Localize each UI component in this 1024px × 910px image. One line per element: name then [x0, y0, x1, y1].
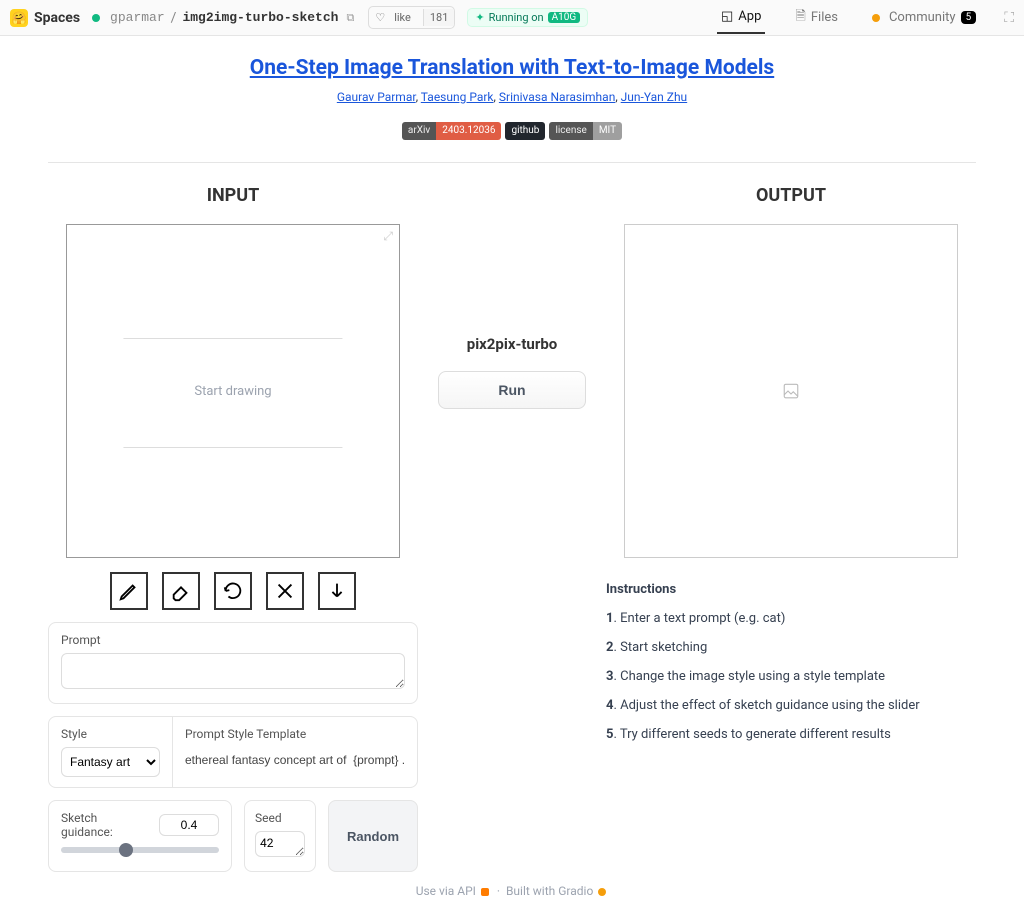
copy-icon[interactable]: ⧉: [346, 11, 354, 25]
seed-input[interactable]: 42: [255, 831, 305, 857]
instruction-item: Start sketching: [620, 640, 707, 655]
bolt-icon: ✦: [475, 11, 484, 24]
eraser-tool-button[interactable]: [162, 572, 200, 610]
template-label: Prompt Style Template: [185, 727, 405, 741]
sketch-guidance-value[interactable]: [159, 814, 219, 836]
separator: /: [171, 10, 177, 26]
heart-icon: ♡ like: [369, 7, 423, 28]
running-text: Running on: [489, 11, 544, 24]
nav-app[interactable]: ◱ App: [717, 1, 765, 34]
topbar: 🤗 Spaces gparmar / img2img-turbo-sketch …: [0, 0, 1024, 36]
api-link[interactable]: Use via API: [416, 884, 476, 898]
prompt-box: Prompt: [48, 622, 418, 704]
style-select[interactable]: Fantasy art: [61, 747, 160, 777]
arxiv-badge[interactable]: arXiv2403.12036: [402, 122, 502, 140]
random-button[interactable]: Random: [328, 800, 418, 872]
canvas-expand-icon[interactable]: ⤢: [383, 229, 393, 244]
author-link[interactable]: Taesung Park: [421, 90, 494, 104]
nav-community[interactable]: Community 5: [868, 2, 980, 33]
prompt-input[interactable]: [61, 653, 405, 689]
author-link[interactable]: Jun-Yan Zhu: [621, 90, 688, 104]
app-icon: ◱: [721, 9, 733, 24]
author-link[interactable]: Gaurav Parmar: [337, 90, 416, 104]
hardware-badge: A10G: [548, 12, 581, 23]
output-heading: OUTPUT: [606, 185, 976, 206]
expand-icon[interactable]: ⛶: [1004, 10, 1014, 26]
clear-tool-button[interactable]: [266, 572, 304, 610]
nav-files[interactable]: 🗎 Files: [791, 0, 842, 37]
sketch-guidance-label: Sketch guidance:: [61, 811, 139, 839]
repo-link[interactable]: img2img-turbo-sketch: [182, 10, 338, 25]
author-link[interactable]: Srinivasa Narasimhan: [499, 90, 615, 104]
hf-logo-icon: 🤗: [10, 9, 28, 27]
style-box: Style Fantasy art: [48, 716, 173, 788]
output-image: [624, 224, 958, 558]
brand[interactable]: Spaces: [34, 10, 80, 26]
instructions: Instructions 1. Enter a text prompt (e.g…: [606, 582, 976, 742]
sketch-guidance-box: Sketch guidance:: [48, 800, 232, 872]
image-placeholder-icon: [782, 382, 800, 400]
github-badge[interactable]: github: [505, 122, 545, 140]
sketch-guidance-slider[interactable]: [61, 847, 219, 853]
owner-link[interactable]: gparmar: [110, 10, 165, 25]
running-badge: ✦ Running on A10G: [467, 8, 588, 27]
license-badge[interactable]: licenseMIT: [549, 122, 622, 140]
template-input[interactable]: [185, 747, 405, 773]
model-title: pix2pix-turbo: [467, 335, 557, 353]
instruction-item: Adjust the effect of sketch guidance usi…: [620, 698, 920, 713]
instructions-title: Instructions: [606, 582, 976, 597]
undo-tool-button[interactable]: [214, 572, 252, 610]
like-count: 181: [423, 9, 455, 26]
divider: [48, 162, 976, 163]
paper-title-link[interactable]: One-Step Image Translation with Text-to-…: [250, 56, 774, 80]
authors: Gaurav Parmar, Taesung Park, Srinivasa N…: [48, 90, 976, 104]
gradio-link[interactable]: Built with Gradio: [506, 884, 593, 898]
community-dot-icon: [872, 14, 880, 22]
instruction-item: Try different seeds to generate differen…: [620, 727, 891, 742]
status-dot-icon: [92, 14, 100, 22]
style-label: Style: [61, 727, 160, 741]
instruction-item: Enter a text prompt (e.g. cat): [620, 611, 785, 626]
instruction-item: Change the image style using a style tem…: [620, 669, 885, 684]
files-icon: 🗎: [795, 7, 805, 29]
prompt-label: Prompt: [61, 633, 405, 647]
run-button[interactable]: Run: [438, 371, 586, 409]
sketch-canvas[interactable]: ⤢ Start drawing: [66, 224, 400, 558]
pencil-tool-button[interactable]: [110, 572, 148, 610]
download-tool-button[interactable]: [318, 572, 356, 610]
seed-label: Seed: [255, 811, 305, 825]
like-button[interactable]: ♡ like 181: [368, 6, 455, 29]
canvas-placeholder: Start drawing: [194, 384, 271, 399]
footer: Use via API · Built with Gradio: [48, 884, 976, 902]
seed-box: Seed 42: [244, 800, 316, 872]
template-box: Prompt Style Template: [173, 716, 418, 788]
input-heading: INPUT: [48, 185, 418, 206]
community-count-badge: 5: [961, 11, 977, 24]
